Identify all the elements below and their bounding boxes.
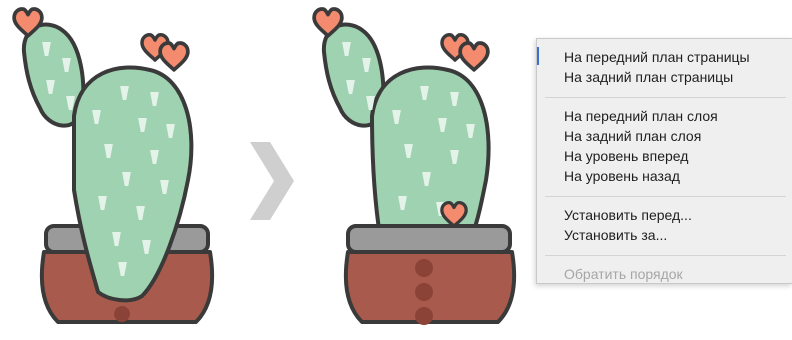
menu-item-send-to-layer-back[interactable]: На задний план слоя xyxy=(537,126,792,146)
menu-item-bring-to-page-front[interactable]: На передний план страницы xyxy=(537,47,792,67)
menu-item-label: На уровень назад xyxy=(564,168,680,184)
menu-item-forward-one[interactable]: На уровень вперед xyxy=(537,146,792,166)
menu-item-label: На задний план слоя xyxy=(564,128,702,144)
text-cursor xyxy=(537,47,539,65)
menu-item-label: На уровень вперед xyxy=(564,148,689,164)
menu-item-label: Обратить порядок xyxy=(564,266,683,282)
menu-item-label: Установить перед... xyxy=(564,207,692,223)
menu-item-label: На передний план страницы xyxy=(564,49,750,65)
menu-item-reverse-order: Обратить порядок xyxy=(537,264,792,284)
menu-separator xyxy=(545,97,786,98)
menu-item-label: На передний план слоя xyxy=(564,108,718,124)
menu-item-label: Установить за... xyxy=(564,227,668,243)
menu-separator xyxy=(545,196,786,197)
arrange-context-menu: На передний план страницы На задний план… xyxy=(536,38,792,284)
menu-item-bring-to-layer-front[interactable]: На передний план слоя xyxy=(537,106,792,126)
menu-item-send-to-page-back[interactable]: На задний план страницы xyxy=(537,67,792,87)
menu-item-behind[interactable]: Установить за... xyxy=(537,225,792,245)
menu-item-label: На задний план страницы xyxy=(564,69,734,85)
menu-separator xyxy=(545,255,786,256)
menu-item-in-front-of[interactable]: Установить перед... xyxy=(537,205,792,225)
after-cactus-illustration xyxy=(312,7,517,325)
menu-item-back-one[interactable]: На уровень назад xyxy=(537,166,792,186)
transition-arrow-icon xyxy=(250,142,294,220)
before-cactus-illustration xyxy=(12,7,215,324)
